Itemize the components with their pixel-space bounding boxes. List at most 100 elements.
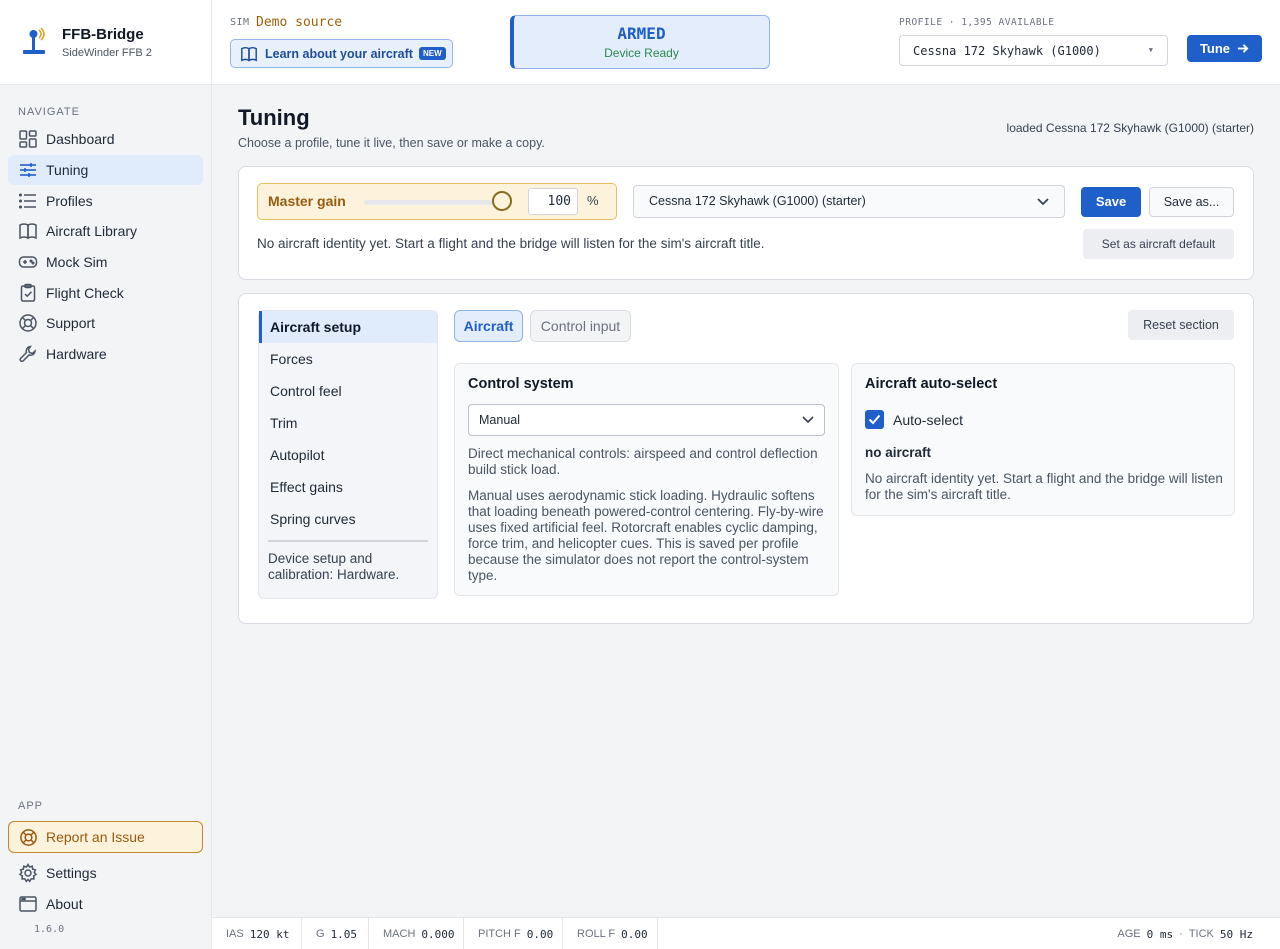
auto-select-label: Auto-select: [893, 411, 964, 428]
master-gain-control: Master gain 100 %: [257, 183, 617, 220]
sidebar-item-label: Dashboard: [46, 131, 115, 148]
dashboard-icon: [19, 130, 37, 149]
control-system-title: Control system: [468, 376, 574, 392]
section-forces[interactable]: Forces: [259, 343, 437, 375]
sidebar-item-aircraft-library[interactable]: Aircraft Library: [8, 216, 203, 247]
master-gain-input[interactable]: 100: [528, 188, 578, 215]
section-aircraft-setup[interactable]: Aircraft setup: [259, 311, 437, 343]
master-gain-label: Master gain: [268, 193, 346, 209]
control-system-panel: Control system Manual Direct mechanical …: [454, 363, 839, 596]
reset-section-button[interactable]: Reset section: [1128, 310, 1234, 340]
control-system-select[interactable]: Manual: [468, 404, 825, 436]
lifebuoy-icon: [20, 828, 37, 846]
stat-timing: AGE 0 ms · TICK 50 Hz: [1117, 918, 1253, 949]
roll-value: 0.00: [621, 927, 648, 941]
sidebar-item-label: Support: [46, 315, 96, 332]
report-issue-button[interactable]: Report an Issue: [8, 821, 203, 853]
top-bar: SIM Demo source Learn about your aircraf…: [212, 0, 1280, 85]
brand: FFB-Bridge SideWinder FFB 2: [0, 0, 211, 85]
about-label: About: [46, 896, 83, 912]
page-subtitle: Choose a profile, tune it live, then sav…: [238, 136, 545, 150]
loaded-profile-text: loaded Cessna 172 Skyhawk (G1000) (start…: [1006, 121, 1254, 135]
save-button[interactable]: Save: [1081, 187, 1141, 217]
ias-label: IAS: [226, 928, 244, 940]
tune-button[interactable]: Tune: [1187, 35, 1262, 62]
tick-value: 50 Hz: [1219, 927, 1253, 941]
tick-label: TICK: [1188, 928, 1214, 940]
mach-label: MACH: [383, 928, 416, 940]
report-issue-label: Report an Issue: [46, 829, 145, 845]
gamepad-icon: [18, 256, 38, 268]
sidebar-item-flight-check[interactable]: Flight Check: [8, 277, 203, 308]
sidebar-item-label: Tuning: [46, 162, 89, 179]
page-title: Tuning: [238, 105, 310, 130]
profile-dropdown-value: Cessna 172 Skyhawk (G1000) (starter): [649, 194, 866, 208]
control-system-value: Manual: [479, 413, 520, 427]
caret-down-icon: ▼: [1148, 46, 1153, 54]
section-control-feel[interactable]: Control feel: [259, 375, 437, 407]
sidebar-item-support[interactable]: Support: [8, 308, 203, 339]
tab-aircraft[interactable]: Aircraft: [454, 310, 523, 342]
stat-roll: ROLL F 0.00: [563, 918, 658, 949]
sim-label: SIM: [230, 17, 250, 28]
stat-mach: MACH 0.000: [369, 918, 464, 949]
sidebar-item-mock-sim[interactable]: Mock Sim: [8, 247, 203, 278]
auto-select-description: No aircraft identity yet. Start a flight…: [865, 471, 1223, 502]
sidebar-item-hardware[interactable]: Hardware: [8, 339, 203, 370]
separator: ·: [1179, 928, 1183, 940]
auto-select-checkbox-row[interactable]: Auto-select: [865, 410, 963, 429]
app-version: 1.6.0: [34, 924, 65, 935]
profile-select[interactable]: Cessna 172 Skyhawk (G1000) ▼: [899, 35, 1168, 66]
sidebar-item-profiles[interactable]: Profiles: [8, 185, 203, 216]
master-gain-handle[interactable]: [492, 191, 512, 211]
book-icon: [19, 223, 37, 240]
auto-select-title: Aircraft auto-select: [865, 376, 998, 392]
device-name: SideWinder FFB 2: [62, 46, 152, 59]
new-badge: NEW: [418, 47, 446, 60]
tab-control-input[interactable]: Control input: [530, 310, 631, 342]
roll-label: ROLL F: [577, 928, 616, 940]
clipboard-check-icon: [20, 283, 36, 302]
book-icon: [241, 46, 257, 61]
section-trim[interactable]: Trim: [259, 407, 437, 439]
stat-pitch: PITCH F 0.00: [464, 918, 563, 949]
pitch-label: PITCH F: [478, 928, 521, 940]
profile-dropdown[interactable]: Cessna 172 Skyhawk (G1000) (starter): [633, 185, 1065, 218]
sidebar-item-label: Aircraft Library: [46, 223, 138, 240]
tune-label: Tune: [1199, 41, 1231, 56]
status-bar: IAS 120 kt G 1.05 MACH 0.000 PITCH F 0.0…: [212, 917, 1280, 949]
sidebar: FFB-Bridge SideWinder FFB 2 NAVIGATE Das…: [0, 0, 212, 949]
set-aircraft-default-button[interactable]: Set as aircraft default: [1083, 229, 1234, 259]
g-label: G: [316, 928, 325, 940]
nav-list: Dashboard Tuning Profiles Aircraft Libra…: [8, 124, 203, 370]
sliders-icon: [20, 163, 36, 178]
master-gain-slider[interactable]: [364, 200, 504, 205]
auto-select-checkbox[interactable]: [865, 410, 884, 429]
settings-label: Settings: [46, 865, 97, 881]
profile-select-value: Cessna 172 Skyhawk (G1000): [913, 43, 1101, 58]
learn-aircraft-label: Learn about your aircraft: [265, 46, 413, 61]
stat-ias: IAS 120 kt: [212, 918, 302, 949]
gear-icon: [18, 863, 38, 883]
sidebar-item-dashboard[interactable]: Dashboard: [8, 124, 203, 155]
profile-count-label: PROFILE · 1,395 AVAILABLE: [899, 17, 1055, 28]
sidebar-item-label: Profiles: [46, 192, 93, 209]
hardware-note: Device setup and calibration: Hardware.: [268, 551, 400, 582]
ias-value: 120 kt: [249, 927, 290, 941]
mach-value: 0.000: [421, 927, 455, 941]
joystick-logo-icon: [20, 27, 48, 57]
profile-card: Master gain 100 % Cessna 172 Skyhawk (G1…: [238, 166, 1254, 280]
sidebar-item-label: Flight Check: [46, 284, 124, 301]
g-value: 1.05: [330, 927, 358, 941]
settings-item[interactable]: Settings: [8, 858, 203, 888]
nav-heading: NAVIGATE: [18, 106, 80, 118]
section-effect-gains[interactable]: Effect gains: [259, 471, 437, 503]
section-spring-curves[interactable]: Spring curves: [259, 503, 437, 535]
main-content: Tuning Choose a profile, tune it live, t…: [212, 85, 1280, 917]
device-status-panel: ARMED Device Ready: [510, 15, 770, 69]
learn-aircraft-button[interactable]: Learn about your aircraft NEW: [230, 39, 453, 68]
save-as-button[interactable]: Save as...: [1149, 187, 1234, 217]
about-item[interactable]: About: [8, 889, 203, 919]
sidebar-item-tuning[interactable]: Tuning: [8, 154, 203, 186]
section-autopilot[interactable]: Autopilot: [259, 439, 437, 471]
